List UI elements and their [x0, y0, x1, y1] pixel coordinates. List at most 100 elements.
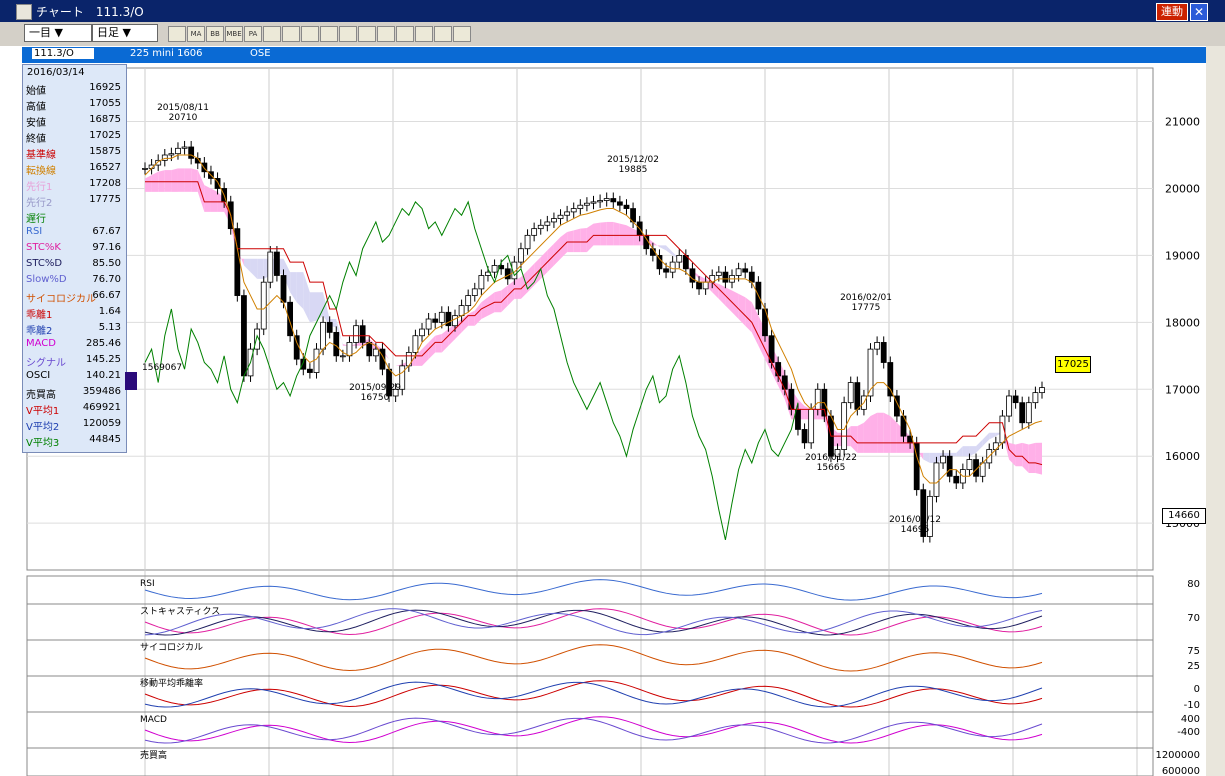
cross-icon[interactable]	[282, 26, 300, 42]
info-value: 469921	[82, 402, 121, 413]
info-label: V平均3	[26, 438, 60, 449]
info-label: 始値	[26, 86, 46, 97]
info-value: 359486	[82, 386, 121, 397]
symbol-code: 111.3/O	[32, 48, 94, 59]
info-label: 安値	[26, 118, 46, 129]
info-value: 145.25	[86, 354, 121, 365]
info-value: 97.16	[92, 242, 121, 253]
calc-icon[interactable]	[339, 26, 357, 42]
chart-app-icon	[16, 4, 32, 20]
ma-icon[interactable]: MA	[187, 26, 205, 42]
line-icon[interactable]	[168, 26, 186, 42]
compare-icon[interactable]	[301, 26, 319, 42]
info-label: 先行2	[26, 198, 53, 209]
info-row: MACD 285.46	[26, 337, 123, 353]
info-row: 先行2 17775	[26, 193, 123, 209]
window-title: チャート 111.3/O	[36, 4, 144, 19]
info-row: STC%D 85.50	[26, 257, 123, 273]
info-row: RSI 67.67	[26, 225, 123, 241]
info-label: V平均1	[26, 406, 60, 417]
close-icon[interactable]: ✕	[1190, 3, 1208, 21]
tools-icon[interactable]	[434, 26, 452, 42]
info-label: 終値	[26, 134, 46, 145]
info-value: 140.21	[86, 370, 121, 381]
info-row: 乖離1 1.64	[26, 305, 123, 321]
cursor-icon[interactable]	[396, 26, 414, 42]
price-tag: 17025	[1055, 356, 1091, 373]
candle-icon[interactable]	[263, 26, 281, 42]
link-button[interactable]: 連動	[1156, 3, 1188, 21]
eraser-icon[interactable]	[415, 26, 433, 42]
info-row: 遅行	[26, 209, 123, 225]
info-row: 始値 16925	[26, 81, 123, 97]
info-label: 売買高	[26, 390, 56, 401]
info-label: 遅行	[26, 214, 46, 225]
low-tag: 14660	[1162, 508, 1206, 524]
info-panel: 2016/03/14 始値 16925 高値 17055 安値 16875 終値 17025 基…	[22, 64, 127, 453]
info-row: V平均1 469921	[26, 401, 123, 417]
info-label: STC%D	[26, 258, 63, 269]
info-value: 67.67	[92, 226, 121, 237]
info-value: 16527	[89, 162, 121, 173]
symbol-bar: 111.3/O 225 mini 1606 OSE	[22, 47, 1206, 63]
info-row: シグナル 145.25	[26, 353, 123, 369]
info-label: STC%K	[26, 242, 61, 253]
symbol-name: 225 mini 1606	[130, 48, 203, 59]
info-value: 76.70	[92, 274, 121, 285]
info-value: 5.13	[98, 322, 121, 333]
info-label: RSI	[26, 226, 43, 237]
info-label: シグナル	[26, 358, 66, 369]
period-dropdown[interactable]: 一目 ▼	[24, 24, 92, 42]
info-value: 120059	[82, 418, 121, 429]
info-row: 安値 16875	[26, 113, 123, 129]
info-value: 285.46	[86, 338, 121, 349]
info-value: 17025	[89, 130, 121, 141]
zoom-icon[interactable]	[320, 26, 338, 42]
info-label: 転換線	[26, 166, 56, 177]
info-row: V平均2 120059	[26, 417, 123, 433]
mbe-icon[interactable]: MBE	[225, 26, 243, 42]
info-label: MACD	[26, 338, 56, 349]
info-row: 先行1 17208	[26, 177, 123, 193]
info-row: 乖離2 5.13	[26, 321, 123, 337]
info-row: 終値 17025	[26, 129, 123, 145]
pencil-icon[interactable]	[377, 26, 395, 42]
info-value: 66.67	[92, 290, 121, 301]
info-label: 乖離2	[26, 326, 53, 337]
info-row: 転換線 16527	[26, 161, 123, 177]
bb-icon[interactable]: BB	[206, 26, 224, 42]
info-date: 2016/03/14	[27, 67, 85, 78]
info-value: 16925	[89, 82, 121, 93]
info-row: 基準線 15875	[26, 145, 123, 161]
info-row: OSCI 140.21	[26, 369, 123, 385]
right-scroll-strip[interactable]	[1206, 46, 1225, 776]
info-value: 17775	[89, 194, 121, 205]
info-label: Slow%D	[26, 274, 67, 285]
info-value: 85.50	[92, 258, 121, 269]
info-value: 17055	[89, 98, 121, 109]
info-value: 44845	[89, 434, 121, 445]
exchange-name: OSE	[250, 48, 271, 59]
info-row: Slow%D 76.70	[26, 273, 123, 289]
info-row: サイコロジカル 66.67	[26, 289, 123, 305]
info-row: STC%K 97.16	[26, 241, 123, 257]
info-value: 16875	[89, 114, 121, 125]
ruler-icon[interactable]	[358, 26, 376, 42]
interval-dropdown[interactable]: 日足 ▼	[92, 24, 158, 42]
cursor-marker	[125, 372, 137, 390]
info-label: 高値	[26, 102, 46, 113]
left-strip	[0, 46, 22, 776]
fib-icon[interactable]	[453, 26, 471, 42]
info-label: 先行1	[26, 182, 53, 193]
volume-tag: 1569067	[142, 363, 183, 373]
info-value: 1.64	[98, 306, 121, 317]
info-label: V平均2	[26, 422, 60, 433]
info-row: 売買高 359486	[26, 385, 123, 401]
info-label: OSCI	[26, 370, 51, 381]
info-value: 15875	[89, 146, 121, 157]
pa-icon[interactable]: PA	[244, 26, 262, 42]
info-row: V平均3 44845	[26, 433, 123, 449]
chart-window	[22, 46, 1206, 776]
info-label: サイコロジカル	[26, 294, 96, 305]
title-bar: チャート 111.3/O	[0, 0, 1225, 22]
